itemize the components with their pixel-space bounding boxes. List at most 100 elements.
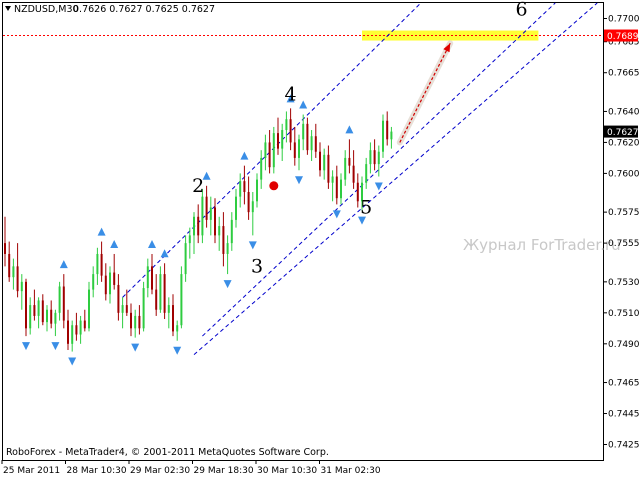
candle-body [155, 289, 158, 310]
candle-body [247, 191, 250, 213]
candle-body [382, 120, 384, 152]
candle-body [289, 119, 292, 143]
candle-body [340, 179, 342, 199]
wave-label-5: 5 [360, 197, 372, 219]
candle [142, 281, 145, 332]
candle-body [377, 151, 380, 165]
copyright-footer: RoboForex - MetaTrader4, © 2001-2011 Met… [6, 447, 329, 458]
candle-body [218, 226, 221, 236]
wave-label-4: 4 [285, 84, 297, 106]
candle-body [314, 136, 317, 152]
price-tick-label: 0.7555 [608, 239, 640, 249]
price-tick-label: 0.7665 [608, 69, 640, 79]
candle-body [25, 281, 27, 329]
signal-marker [269, 181, 279, 191]
candle-body [67, 320, 69, 344]
candle-body [113, 272, 116, 285]
candle-body [281, 130, 284, 149]
time-tick-label: 29 Mar 18:30 [194, 466, 254, 476]
candle-body [310, 136, 313, 151]
candle-body [302, 123, 305, 140]
candle [272, 126, 275, 174]
candle-body [319, 151, 321, 171]
price-tick-label: 0.7575 [608, 208, 640, 218]
price-tick-label: 0.7530 [608, 278, 640, 288]
time-tick-label: 31 Mar 02:30 [321, 466, 381, 476]
candle-body [373, 150, 376, 165]
candle-body [117, 284, 120, 313]
price-tick-label: 0.7465 [608, 379, 640, 389]
candle-body [167, 305, 170, 313]
candle-body [180, 274, 183, 326]
candle-body [75, 325, 78, 335]
price-tick-label: 0.7700 [608, 14, 640, 24]
wave-label-2: 2 [192, 175, 204, 197]
candle-body [4, 243, 6, 254]
candle-body [193, 216, 195, 236]
candle-body [151, 266, 153, 290]
candle [25, 278, 27, 337]
candle-body [209, 207, 212, 220]
candle-body [356, 182, 359, 202]
candle-body [386, 120, 389, 140]
candle-body [12, 266, 15, 278]
candle-body [214, 207, 216, 236]
candle-body [264, 142, 267, 158]
price-tick-label: 0.7640 [608, 107, 640, 117]
watermark: Журнал ForTrader.ru [463, 236, 621, 254]
candle-body [88, 289, 90, 329]
ohlc-values: 0.7626 0.7627 0.7625 0.7627 [73, 4, 215, 15]
price-tick-label: 0.7620 [608, 138, 640, 148]
wave-label-3: 3 [251, 256, 263, 278]
wave-label-6: 6 [516, 0, 528, 20]
current-price-badge: 0.7627 [604, 125, 639, 138]
candle-body [327, 154, 330, 183]
candle-body [205, 196, 208, 220]
candle-body [54, 312, 57, 324]
candle-body [235, 196, 237, 220]
candle-body [121, 305, 124, 313]
candle-body [96, 253, 99, 275]
candle-body [146, 266, 149, 289]
candle-body [251, 201, 254, 213]
chart-header: NZDUSD,M30 0.7626 0.7627 0.7625 0.7627 [5, 4, 215, 15]
candle-body [104, 275, 107, 295]
candle-body [331, 176, 334, 183]
candle-body [50, 309, 53, 324]
candle-body [58, 286, 61, 313]
candle-body [71, 325, 74, 344]
candle-body [268, 142, 271, 168]
candle-body [390, 131, 393, 140]
candle-body [159, 274, 162, 310]
candle-body [256, 179, 258, 202]
candle-body [130, 312, 132, 329]
candle-body [201, 196, 204, 236]
candle-body [243, 181, 246, 192]
candle-body [306, 123, 309, 151]
candle-body [138, 315, 141, 329]
candle-body [41, 300, 44, 323]
candle-body [142, 288, 145, 329]
time-tick-label: 28 Mar 10:30 [67, 466, 127, 476]
candle-body [79, 320, 82, 335]
candle-body [197, 216, 200, 236]
candle-body [46, 309, 48, 323]
candle-body [230, 219, 233, 244]
candle-body [37, 300, 40, 316]
candle-body [184, 243, 187, 275]
time-tick-label: 30 Mar 10:30 [257, 466, 317, 476]
candle-body [344, 157, 347, 180]
time-tick-label: 25 Mar 2011 [3, 466, 60, 476]
candle-body [369, 150, 372, 165]
candle [180, 266, 183, 329]
price-tick-label: 0.7445 [608, 410, 640, 420]
candle-body [277, 133, 279, 149]
candle-body [272, 133, 275, 168]
candle-body [188, 235, 191, 244]
candle-body [260, 157, 263, 180]
candle-body [29, 305, 32, 329]
candle-body [8, 253, 11, 278]
candle-body [16, 266, 19, 292]
candle-body [109, 272, 111, 295]
candle-body [348, 157, 351, 166]
